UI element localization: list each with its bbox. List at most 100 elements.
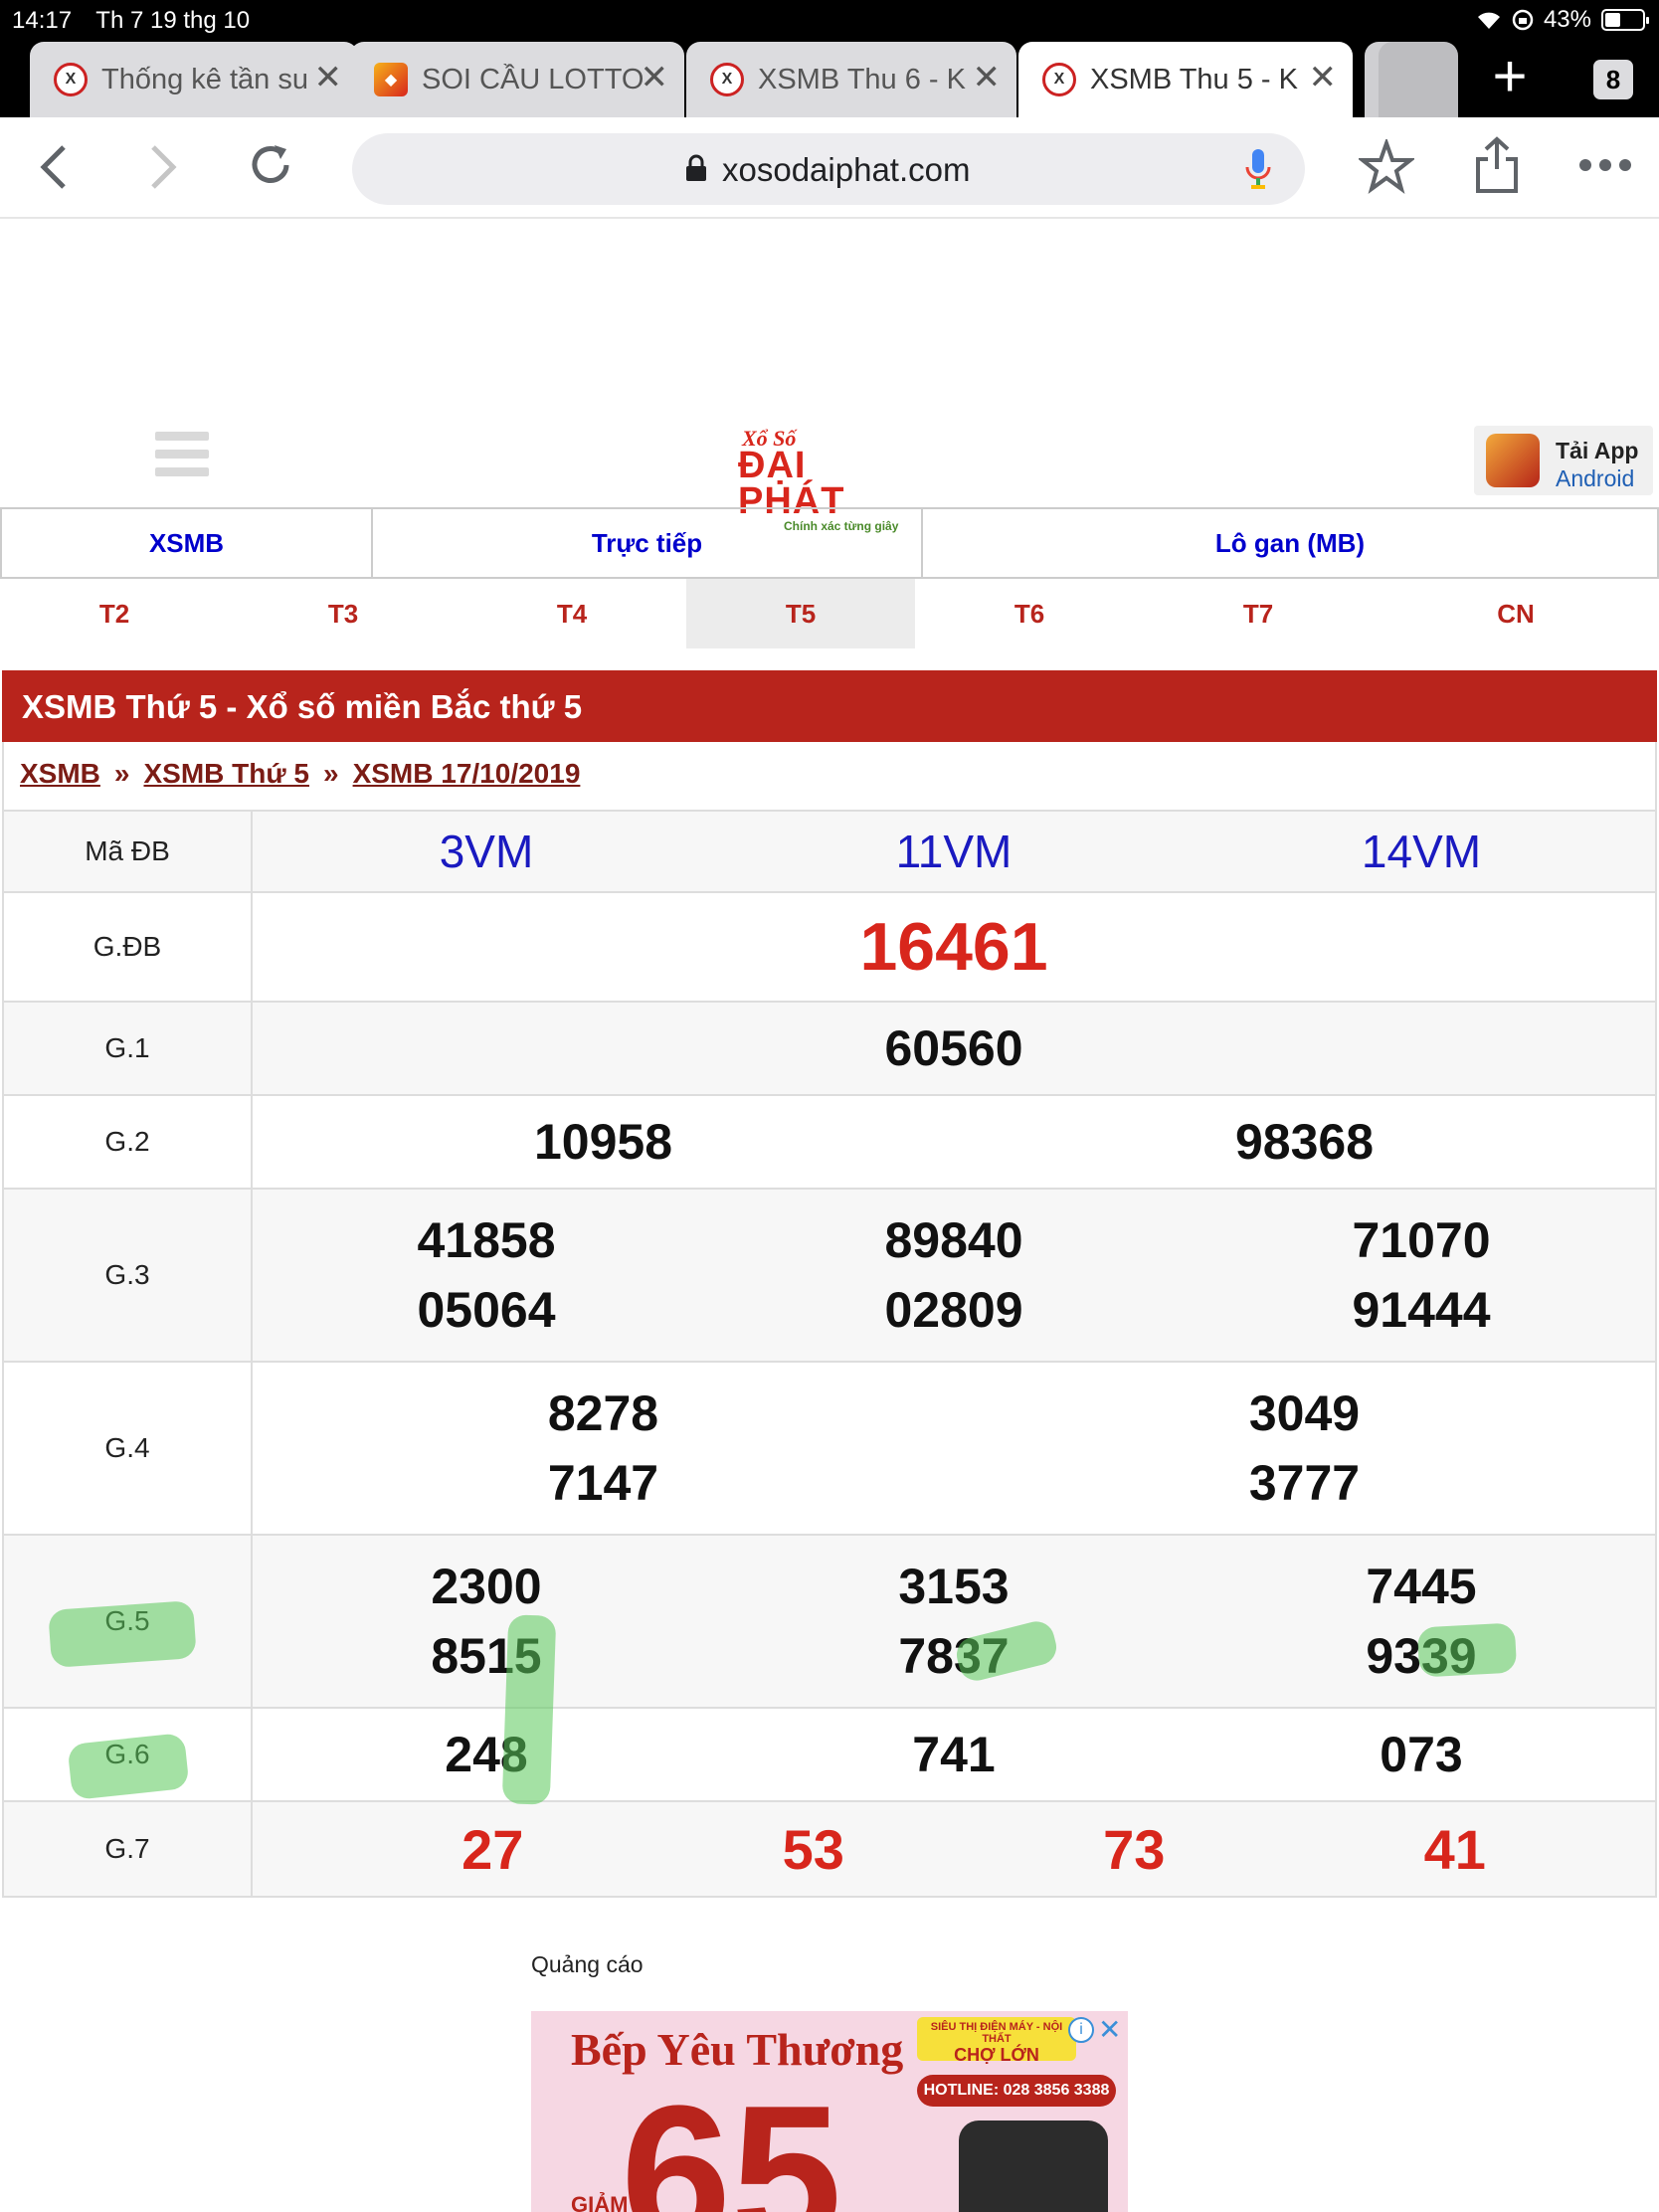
day-tab-t5[interactable]: T5 <box>686 579 915 648</box>
share-icon[interactable] <box>1472 135 1522 195</box>
day-tab-t6[interactable]: T6 <box>915 579 1144 648</box>
close-icon[interactable]: ✕ <box>1309 60 1338 95</box>
close-icon[interactable]: ✕ <box>641 60 669 95</box>
orientation-lock-icon <box>1512 9 1534 31</box>
back-icon[interactable] <box>34 135 74 195</box>
prize-number: 7445 <box>1366 1559 1477 1614</box>
clock: 14:17 <box>12 7 73 34</box>
url-text: xosodaiphat.com <box>722 151 971 188</box>
address-bar[interactable]: xosodaiphat.com <box>352 133 1305 205</box>
day-tab-t4[interactable]: T4 <box>458 579 686 648</box>
mic-icon[interactable] <box>1243 147 1273 191</box>
table-row: G.2 10958 98368 <box>2 1094 1657 1190</box>
tab-3[interactable]: X XSMB Thu 6 - K ✕ <box>686 42 1016 117</box>
nav-xsmb[interactable]: XSMB <box>2 509 373 577</box>
nav-lo-gan[interactable]: Lô gan (MB) <box>923 509 1657 577</box>
prize-number: 53 <box>782 1817 844 1881</box>
tab-count[interactable]: 8 <box>1593 60 1633 99</box>
wifi-icon <box>1477 12 1500 29</box>
prize-label: G.1 <box>2 1001 253 1096</box>
tab-title: XSMB Thu 6 - K <box>758 63 966 95</box>
browser-toolbar: xosodaiphat.com <box>0 117 1659 219</box>
marker-highlight <box>48 1599 197 1669</box>
prize-label: G.ĐB <box>2 891 253 1003</box>
day-tab-t3[interactable]: T3 <box>229 579 458 648</box>
new-tab-icon[interactable]: + <box>1480 42 1540 111</box>
prize-number: 2300 <box>431 1559 542 1614</box>
special-code: 11VM <box>895 826 1013 877</box>
prize-number: 60560 <box>884 1020 1023 1076</box>
ad-brand-badge: SIÊU THỊ ĐIỆN MÁY - NỘI THẤT CHỢ LỚN <box>917 2017 1076 2065</box>
table-row: Mã ĐB 3VM 11VM 14VM <box>2 810 1657 893</box>
hamburger-menu-icon[interactable] <box>155 432 209 485</box>
day-tab-t2[interactable]: T2 <box>0 579 229 648</box>
page-title: XSMB Thứ 5 - Xổ số miền Bắc thứ 5 <box>2 670 1657 742</box>
tab-1[interactable]: X Thống kê tần su ✕ <box>30 42 358 117</box>
special-code: 3VM <box>439 826 534 877</box>
day-tab-t7[interactable]: T7 <box>1144 579 1373 648</box>
prize-number: 41858 <box>417 1212 556 1268</box>
prize-number: 89840 <box>884 1212 1023 1268</box>
prize-number: 41 <box>1423 1817 1486 1881</box>
battery-percent: 43% <box>1543 6 1591 33</box>
advertisement-banner[interactable]: Bếp Yêu Thương 65 GIẢM SIÊU THỊ ĐIỆN MÁY… <box>531 2011 1128 2212</box>
day-tab-cn[interactable]: CN <box>1373 579 1659 648</box>
breadcrumb: XSMB» XSMB Thứ 5» XSMB 17/10/2019 <box>2 742 1657 810</box>
prize-number: 8278 <box>547 1385 659 1441</box>
main-nav: XSMB Trực tiếp Lô gan (MB) <box>0 507 1659 579</box>
table-row: G.ĐB 16461 <box>2 891 1657 1003</box>
site-header: Xổ Số ĐẠI PHÁT Chính xác từng giây Tải A… <box>0 418 1659 533</box>
results-table: Mã ĐB 3VM 11VM 14VM G.ĐB 16461 G.1 60560… <box>2 810 1657 1898</box>
tab-title: XSMB Thu 5 - K <box>1090 63 1298 95</box>
table-row: G.7 27 53 73 41 <box>2 1800 1657 1898</box>
nav-truc-tiep[interactable]: Trực tiếp <box>373 509 923 577</box>
date: Th 7 19 thg 10 <box>95 7 251 34</box>
prize-number: 741 <box>912 1727 996 1782</box>
prize-number: 98368 <box>1234 1114 1375 1170</box>
prize-number: 05064 <box>417 1282 556 1338</box>
breadcrumb-link[interactable]: XSMB Thứ 5 <box>143 758 309 789</box>
prize-number: 073 <box>1380 1727 1463 1782</box>
download-app-button[interactable]: Tải App Android <box>1474 426 1653 495</box>
site-logo[interactable]: Xổ Số ĐẠI PHÁT Chính xác từng giây <box>738 426 917 533</box>
x-logo-icon: X <box>1042 63 1076 96</box>
tab-strip: X Thống kê tần su ✕ ◆ SOI CẦU LOTTO ✕ X … <box>0 42 1659 117</box>
tab-2[interactable]: ◆ SOI CẦU LOTTO ✕ <box>350 42 684 117</box>
prize-number: 3777 <box>1248 1455 1361 1511</box>
table-row: G.4 8278 3049 7147 3777 <box>2 1361 1657 1536</box>
ad-hotline: HOTLINE: 028 3856 3388 <box>917 2075 1116 2107</box>
battery-icon <box>1601 9 1649 31</box>
close-icon[interactable]: ✕ <box>314 60 343 95</box>
tab-title: Thống kê tần su <box>101 63 308 95</box>
marker-highlight <box>1416 1622 1518 1678</box>
reload-icon[interactable] <box>245 139 296 191</box>
prize-number: 7837 <box>898 1628 1010 1684</box>
forward-icon[interactable] <box>143 135 183 195</box>
lock-icon <box>686 154 706 181</box>
tab-4-active[interactable]: X XSMB Thu 5 - K ✕ <box>1018 42 1353 117</box>
prize-number: 248 <box>445 1727 528 1782</box>
special-prize-number: 16461 <box>859 909 1048 985</box>
ad-close-icon[interactable]: ✕ <box>1098 2013 1121 2046</box>
prize-label: G.2 <box>2 1094 253 1190</box>
stacked-tabs <box>1379 42 1458 117</box>
tab-title: SOI CẦU LOTTO <box>422 63 645 95</box>
weekday-tabs: T2 T3 T4 T5 T6 T7 CN <box>0 579 1659 648</box>
prize-number: 91444 <box>1352 1282 1491 1338</box>
breadcrumb-link[interactable]: XSMB <box>20 758 100 789</box>
prize-label: G.3 <box>2 1188 253 1363</box>
status-bar: 14:17 Th 7 19 thg 10 43% <box>0 0 1659 42</box>
table-row: G.3 41858 89840 71070 05064 02809 91444 <box>2 1188 1657 1363</box>
prize-number: 71070 <box>1352 1212 1491 1268</box>
breadcrumb-link[interactable]: XSMB 17/10/2019 <box>353 758 581 789</box>
prize-number: 3049 <box>1248 1385 1361 1441</box>
close-icon[interactable]: ✕ <box>973 60 1002 95</box>
marker-highlight <box>501 1614 557 1805</box>
ad-info-icon[interactable]: i <box>1068 2017 1094 2043</box>
bookmark-star-icon[interactable] <box>1359 139 1414 195</box>
game-icon: ◆ <box>374 63 408 96</box>
special-code: 14VM <box>1361 826 1482 877</box>
prize-number: 02809 <box>884 1282 1023 1338</box>
more-menu-icon[interactable] <box>1577 157 1633 173</box>
prize-label: Mã ĐB <box>2 810 253 893</box>
